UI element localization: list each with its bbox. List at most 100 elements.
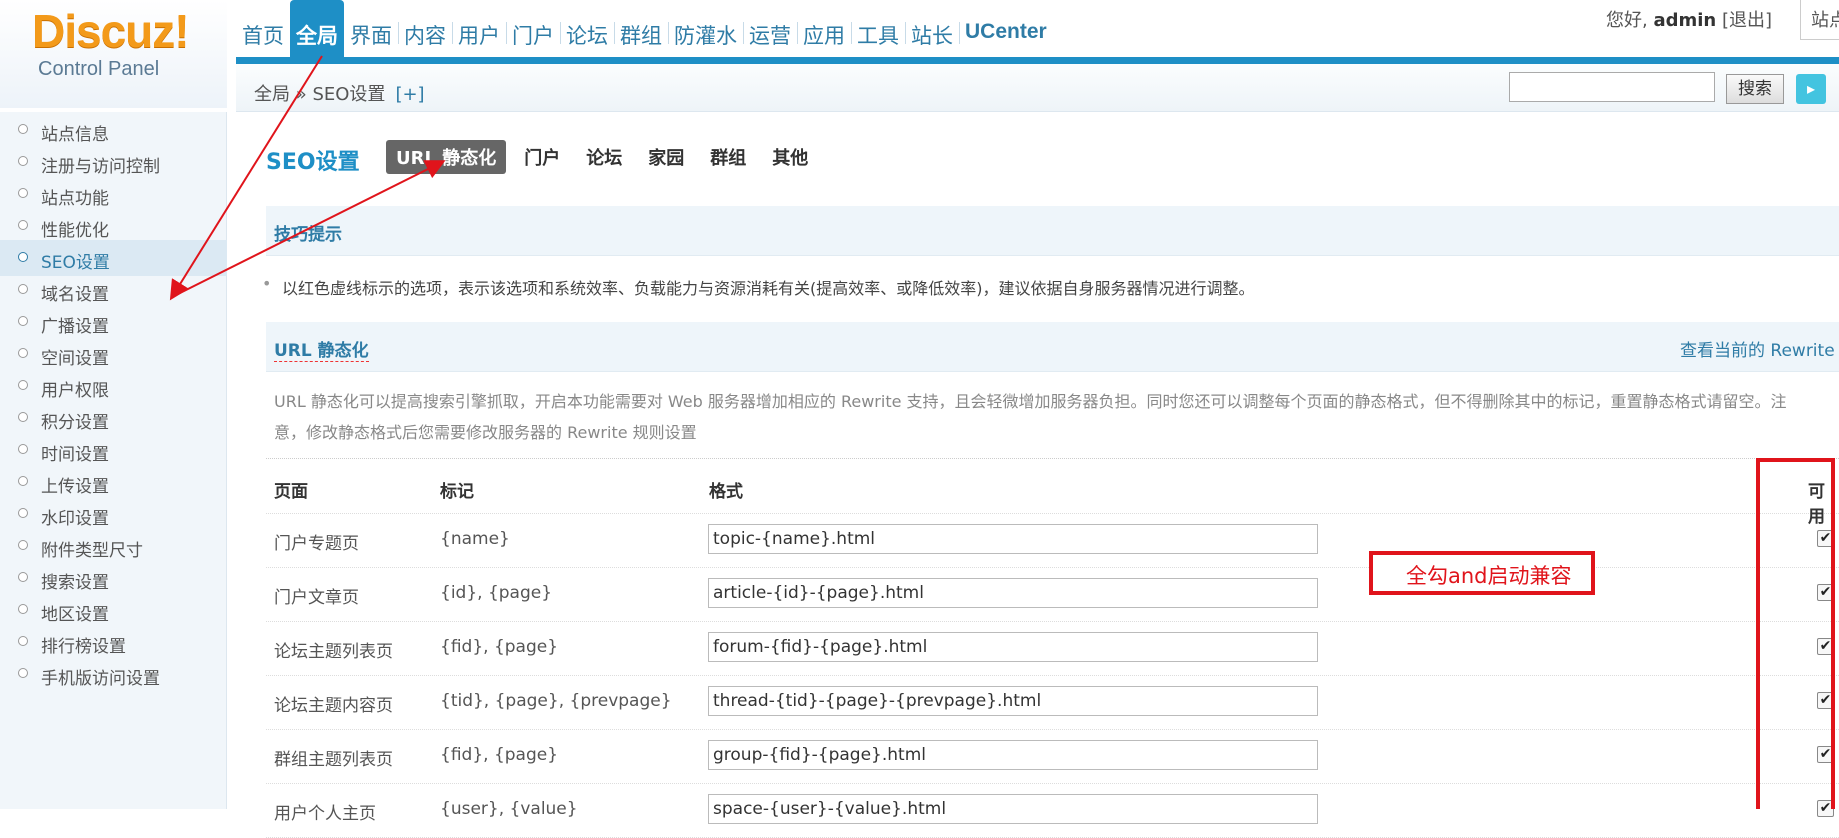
- tab-other[interactable]: 其他: [772, 140, 808, 174]
- add-shortcut-link[interactable]: [+]: [395, 84, 424, 105]
- breadcrumb: 全局 » SEO设置 [+]: [254, 80, 425, 106]
- nav-portal[interactable]: 门户: [506, 0, 561, 64]
- row-mark: {tid}, {page}, {prevpage}: [440, 691, 672, 711]
- section-description: URL 静态化可以提高搜索引擎抓取，开启本功能需要对 Web 服务器增加相应的 …: [274, 392, 1787, 442]
- tab-url-static[interactable]: URL 静态化: [386, 140, 507, 174]
- bullet-icon: [18, 252, 28, 262]
- row-mark: {fid}, {page}: [440, 637, 559, 657]
- sidebar-item-time[interactable]: 时间设置: [0, 432, 227, 468]
- tab-home[interactable]: 家园: [648, 140, 684, 174]
- site-link[interactable]: 站点: [1800, 0, 1839, 40]
- sidebar-item-label: 广播设置: [41, 317, 109, 337]
- breadcrumb-text: 全局 » SEO设置: [254, 84, 386, 105]
- tip-text: 以红色虚线标示的选项，表示该选项和系统效率、负载能力与资源消耗有关(提高效率、或…: [262, 274, 1254, 299]
- bullet-icon: [18, 156, 28, 166]
- nav-home[interactable]: 首页: [236, 0, 291, 64]
- sidebar-item-space[interactable]: 空间设置: [0, 336, 227, 372]
- logout-link[interactable]: [退出]: [1722, 10, 1772, 31]
- breadcrumb-bar: 全局 » SEO设置 [+] 搜索 ▸: [236, 64, 1839, 112]
- bullet-icon: [18, 380, 28, 390]
- nav-tools[interactable]: 工具: [851, 0, 906, 64]
- row-page: 用户个人主页: [274, 804, 376, 824]
- sidebar-item-ranking[interactable]: 排行榜设置: [0, 624, 227, 660]
- expand-icon[interactable]: ▸: [1796, 74, 1826, 104]
- format-input[interactable]: [708, 740, 1318, 770]
- sidebar-item-region[interactable]: 地区设置: [0, 592, 227, 628]
- tab-forum[interactable]: 论坛: [586, 140, 622, 174]
- divider: [266, 458, 1839, 459]
- format-input[interactable]: [708, 578, 1318, 608]
- search-button[interactable]: 搜索: [1726, 74, 1784, 104]
- bullet-icon: [18, 604, 28, 614]
- bullet-icon: [18, 316, 28, 326]
- nav-antispam[interactable]: 防灌水: [668, 0, 744, 64]
- sidebar-item-label: 用户权限: [41, 381, 109, 401]
- sidebar-item-performance[interactable]: 性能优化: [0, 208, 227, 244]
- nav-global[interactable]: 全局: [290, 0, 344, 64]
- sidebar-item-mobile[interactable]: 手机版访问设置: [0, 656, 227, 692]
- sidebar-item-domain[interactable]: 域名设置: [0, 272, 227, 308]
- bullet-icon: [18, 668, 28, 678]
- table-row: 论坛主题列表页 {fid}, {page} ✔: [266, 622, 1839, 676]
- nav-content[interactable]: 内容: [398, 0, 453, 64]
- sidebar-item-attachment[interactable]: 附件类型尺寸: [0, 528, 227, 564]
- annotation-highlight-enabled-column: [1756, 458, 1835, 809]
- tips-title: 技巧提示: [274, 225, 342, 245]
- sidebar-item-label: 时间设置: [41, 445, 109, 465]
- nav-user[interactable]: 用户: [452, 0, 507, 64]
- bullet-icon: [18, 348, 28, 358]
- nav-apps[interactable]: 应用: [797, 0, 852, 64]
- sidebar-item-credits[interactable]: 积分设置: [0, 400, 227, 436]
- table-row: 门户文章页 {id}, {page} ✔: [266, 568, 1839, 622]
- logo[interactable]: Discuz! Control Panel: [0, 0, 227, 108]
- format-input[interactable]: [708, 524, 1318, 554]
- nav-operation[interactable]: 运营: [743, 0, 798, 64]
- nav-forum[interactable]: 论坛: [560, 0, 615, 64]
- sidebar-item-broadcast[interactable]: 广播设置: [0, 304, 227, 340]
- view-rewrite-link[interactable]: 查看当前的 Rewrite 规则: [1680, 336, 1839, 361]
- bullet-icon: [18, 572, 28, 582]
- search-input[interactable]: [1509, 72, 1715, 102]
- sidebar-item-label: 搜索设置: [41, 573, 109, 593]
- table-row: 用户个人主页 {user}, {value} ✔: [266, 784, 1839, 838]
- nav-admin[interactable]: 站长: [905, 0, 960, 64]
- sidebar-item-label: 注册与访问控制: [41, 157, 160, 177]
- bullet-icon: [18, 508, 28, 518]
- nav-underline: [236, 57, 1839, 64]
- sidebar-item-site-info[interactable]: 站点信息: [0, 112, 227, 148]
- annotation-note: 全勾and启动兼容: [1369, 551, 1595, 595]
- username: admin: [1653, 10, 1717, 31]
- sidebar-item-permissions[interactable]: 用户权限: [0, 368, 227, 404]
- nav-ucenter[interactable]: UCenter: [959, 0, 1053, 64]
- sidebar-item-label: SEO设置: [41, 253, 110, 273]
- sidebar-item-label: 站点信息: [41, 125, 109, 145]
- tips-header: 技巧提示: [266, 206, 1839, 256]
- sidebar-item-seo[interactable]: SEO设置: [0, 240, 227, 276]
- sidebar-item-upload[interactable]: 上传设置: [0, 464, 227, 500]
- sidebar-item-label: 空间设置: [41, 349, 109, 369]
- sidebar-item-label: 地区设置: [41, 605, 109, 625]
- tab-group[interactable]: 群组: [710, 140, 746, 174]
- column-header-mark: 标记: [440, 482, 474, 502]
- sidebar-item-search[interactable]: 搜索设置: [0, 560, 227, 596]
- nav-group[interactable]: 群组: [614, 0, 669, 64]
- row-mark: {user}, {value}: [440, 799, 578, 819]
- nav-interface[interactable]: 界面: [344, 0, 399, 64]
- sidebar: 站点信息 注册与访问控制 站点功能 性能优化 SEO设置 域名设置 广播设置 空…: [0, 112, 227, 809]
- format-input[interactable]: [708, 794, 1318, 824]
- sidebar-item-register[interactable]: 注册与访问控制: [0, 144, 227, 180]
- sidebar-item-label: 水印设置: [41, 509, 109, 529]
- annotation-text: 全勾and启动兼容: [1406, 564, 1572, 588]
- sidebar-item-watermark[interactable]: 水印设置: [0, 496, 227, 532]
- tab-portal[interactable]: 门户: [524, 140, 560, 174]
- sub-tabs: URL 静态化 门户 论坛 家园 群组 其他: [386, 140, 834, 174]
- row-mark: {id}, {page}: [440, 583, 553, 603]
- column-header-page: 页面: [274, 482, 308, 502]
- format-input[interactable]: [708, 632, 1318, 662]
- sidebar-item-label: 站点功能: [41, 189, 109, 209]
- row-page: 论坛主题内容页: [274, 696, 393, 716]
- format-input[interactable]: [708, 686, 1318, 716]
- bullet-icon: [18, 444, 28, 454]
- table-row: 群组主题列表页 {fid}, {page} ✔: [266, 730, 1839, 784]
- sidebar-item-features[interactable]: 站点功能: [0, 176, 227, 212]
